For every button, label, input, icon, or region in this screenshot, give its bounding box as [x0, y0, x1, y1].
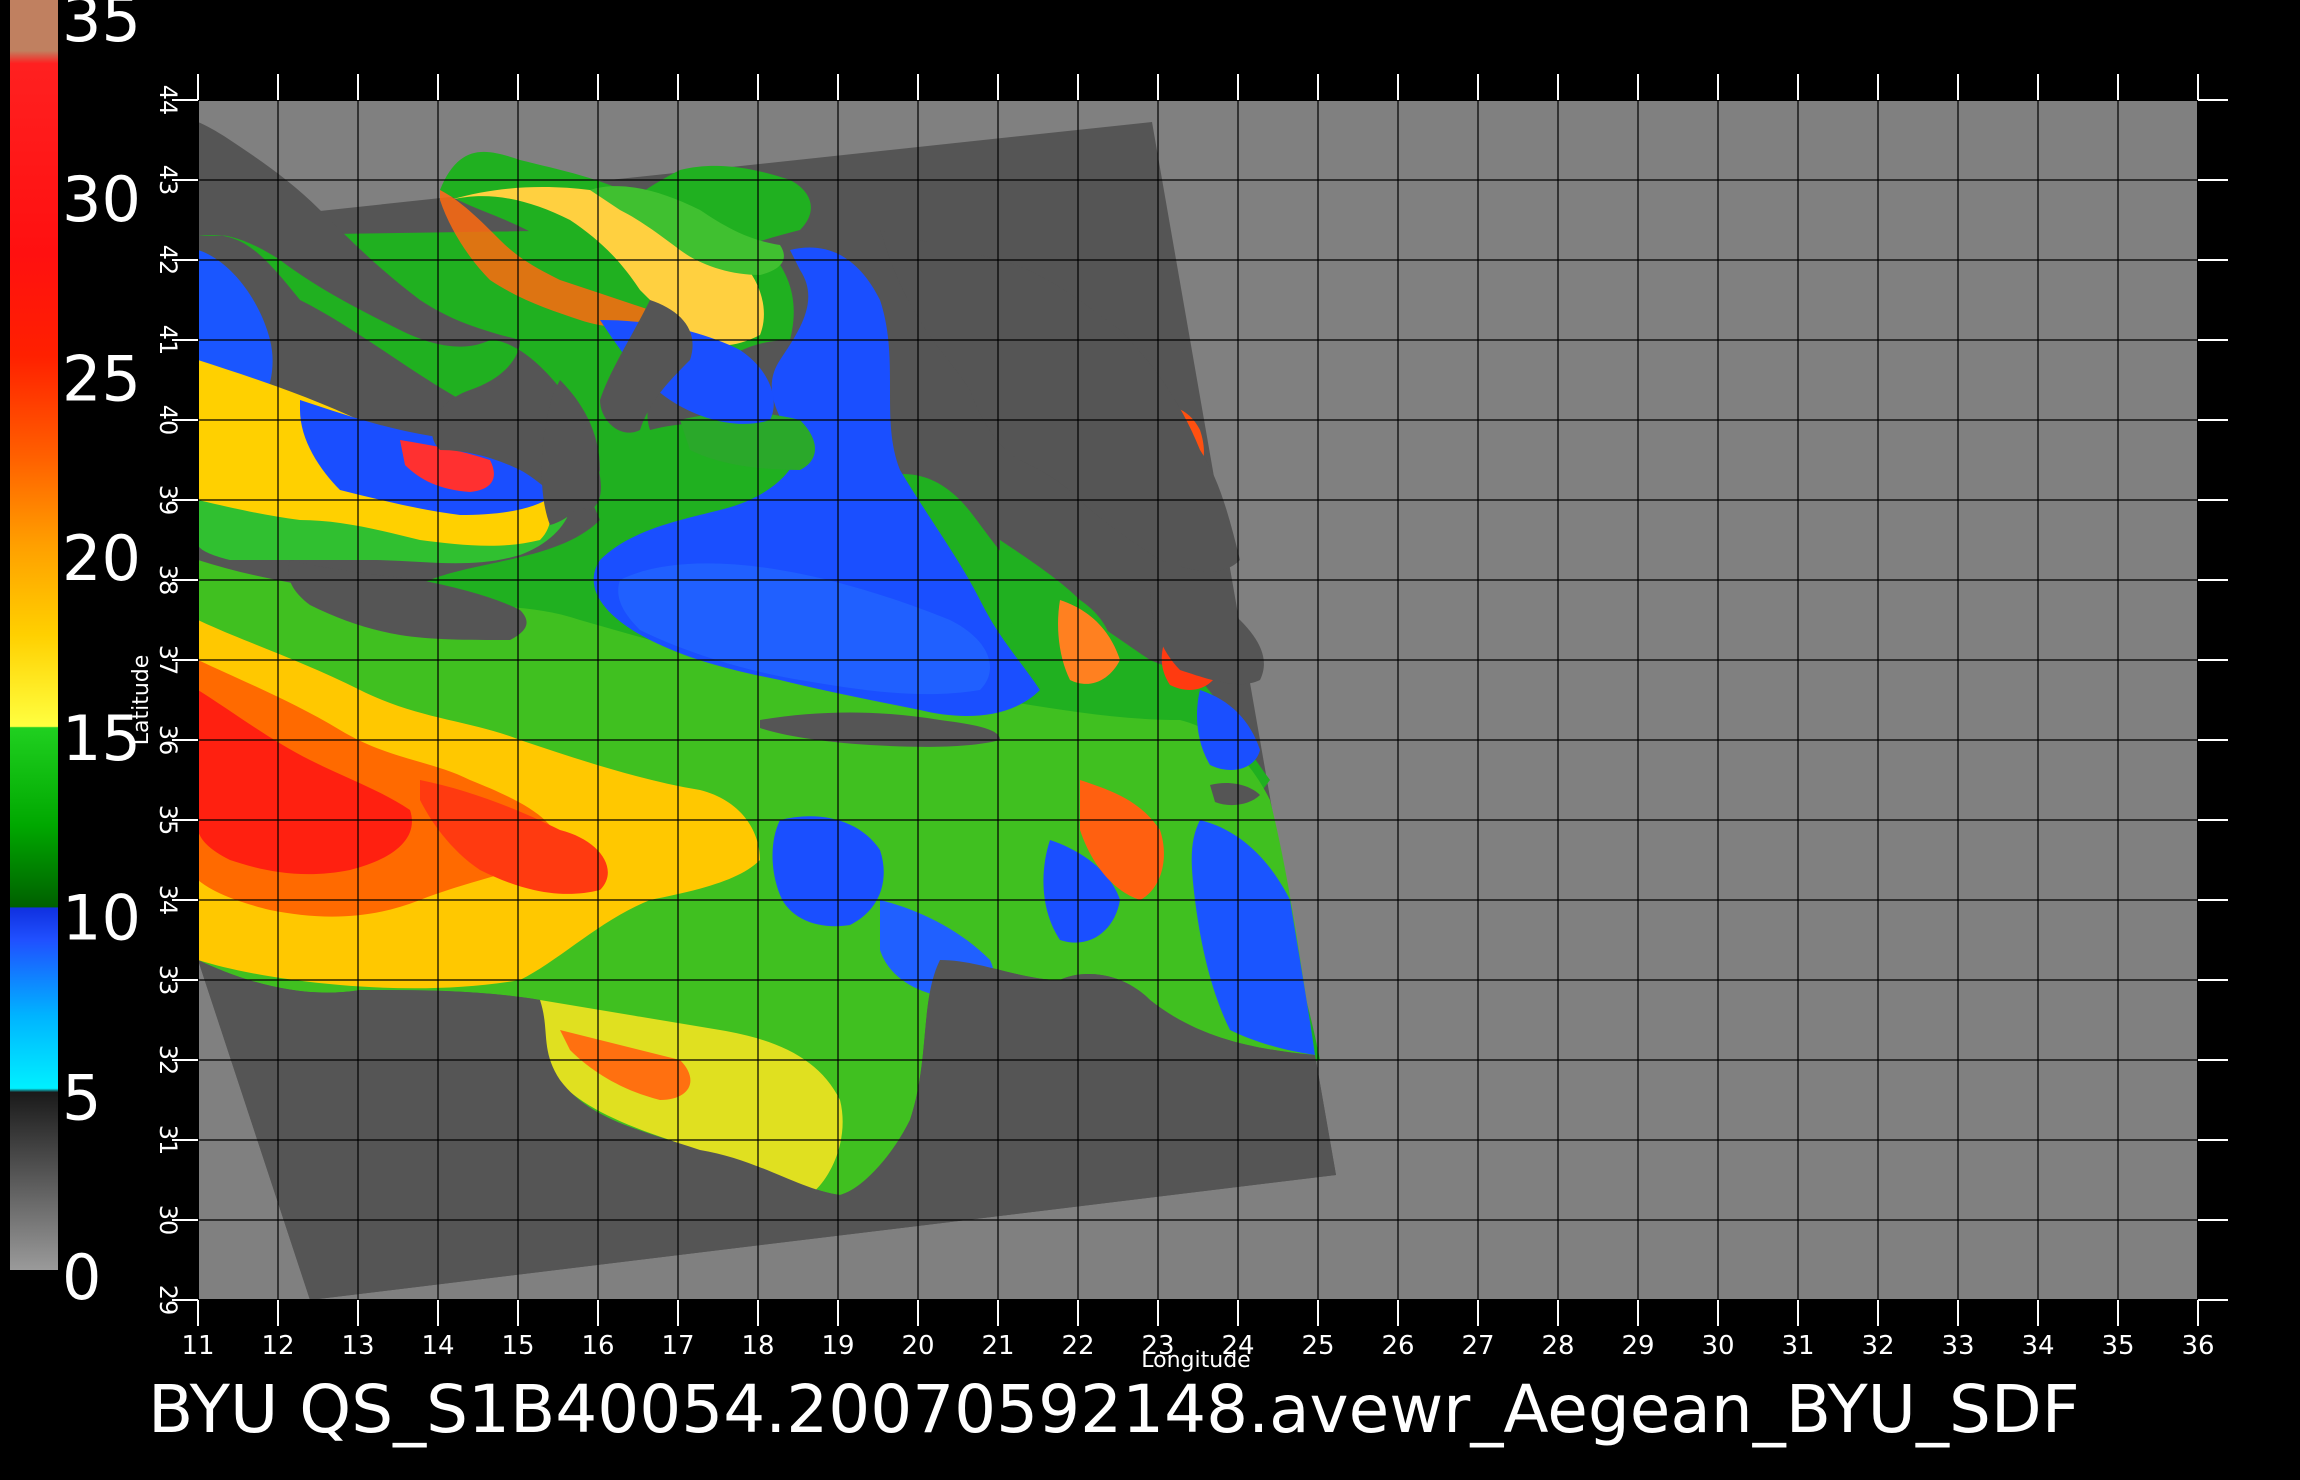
footer-caption: BYU QS_S1B40054.20070592148.avewr_Aegean… — [148, 1371, 2080, 1448]
x-tick-label: 17 — [661, 1331, 694, 1361]
x-axis-title: Longitude — [1141, 1348, 1250, 1373]
y-tick-label: 43 — [154, 165, 182, 196]
x-tick-label: 25 — [1301, 1331, 1334, 1361]
y-tick-label: 31 — [154, 1125, 182, 1156]
x-tick-label: 35 — [2101, 1331, 2134, 1361]
x-tick-label: 15 — [501, 1331, 534, 1361]
x-tick-label: 32 — [1861, 1331, 1894, 1361]
x-tick-label: 31 — [1781, 1331, 1814, 1361]
y-tick-label: 30 — [154, 1205, 182, 1236]
x-tick-label: 16 — [581, 1331, 614, 1361]
colorbar-label: 5 — [62, 1061, 101, 1134]
x-tick-label: 11 — [181, 1331, 214, 1361]
colorbar-label: 10 — [62, 882, 141, 955]
x-tick-label: 34 — [2021, 1331, 2054, 1361]
map-figure: 11 12 13 14 15 16 17 18 19 20 21 22 23 24 25 26 27 28 29 30… — [10, 0, 2228, 1448]
y-tick-label: 42 — [154, 245, 182, 276]
x-tick-label: 13 — [341, 1331, 374, 1361]
x-tick-label: 27 — [1461, 1331, 1494, 1361]
y-tick-label: 36 — [154, 725, 182, 756]
colorbar — [10, 0, 58, 1270]
x-tick-label: 30 — [1701, 1331, 1734, 1361]
x-tick-label: 20 — [901, 1331, 934, 1361]
x-tick-label: 14 — [421, 1331, 454, 1361]
x-tick-label: 19 — [821, 1331, 854, 1361]
colorbar-label: 0 — [62, 1241, 101, 1314]
y-tick-label: 32 — [154, 1045, 182, 1076]
y-tick-label: 33 — [154, 965, 182, 996]
colorbar-label: 30 — [62, 163, 141, 236]
x-tick-label: 33 — [1941, 1331, 1974, 1361]
x-tick-label: 12 — [261, 1331, 294, 1361]
y-tick-label: 39 — [154, 485, 182, 516]
x-tick-label: 36 — [2181, 1331, 2214, 1361]
y-tick-label: 41 — [154, 325, 182, 356]
y-tick-label: 34 — [154, 885, 182, 916]
x-tick-label: 22 — [1061, 1331, 1094, 1361]
y-tick-label: 44 — [154, 85, 182, 116]
x-tick-label: 28 — [1541, 1331, 1574, 1361]
y-tick-label: 38 — [154, 565, 182, 596]
y-tick-label: 29 — [154, 1285, 182, 1316]
colorbar-label: 25 — [62, 343, 141, 416]
y-tick-label: 37 — [154, 645, 182, 676]
x-tick-label: 18 — [741, 1331, 774, 1361]
colorbar-label: 20 — [62, 522, 141, 595]
x-tick-label: 21 — [981, 1331, 1014, 1361]
x-tick-label: 29 — [1621, 1331, 1654, 1361]
colorbar-label: 15 — [62, 702, 141, 775]
colorbar-label: 35 — [62, 0, 141, 56]
y-tick-label: 40 — [154, 405, 182, 436]
y-tick-label: 35 — [154, 805, 182, 836]
x-tick-label: 26 — [1381, 1331, 1414, 1361]
